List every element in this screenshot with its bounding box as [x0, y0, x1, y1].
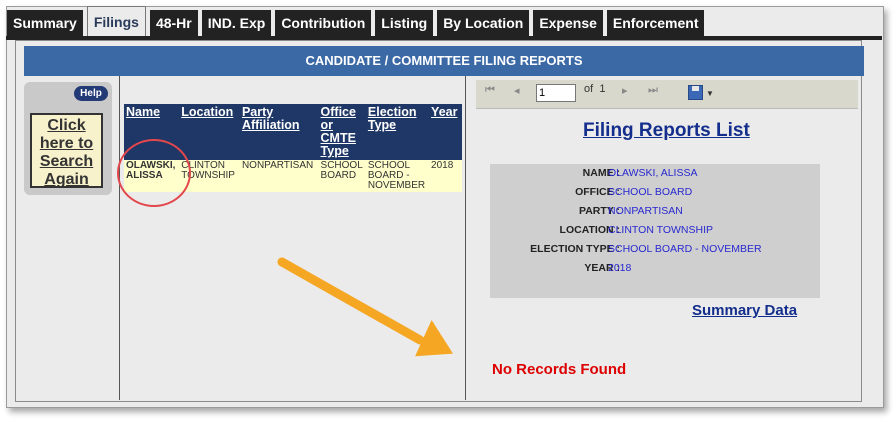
annotation-arrow [277, 257, 454, 357]
